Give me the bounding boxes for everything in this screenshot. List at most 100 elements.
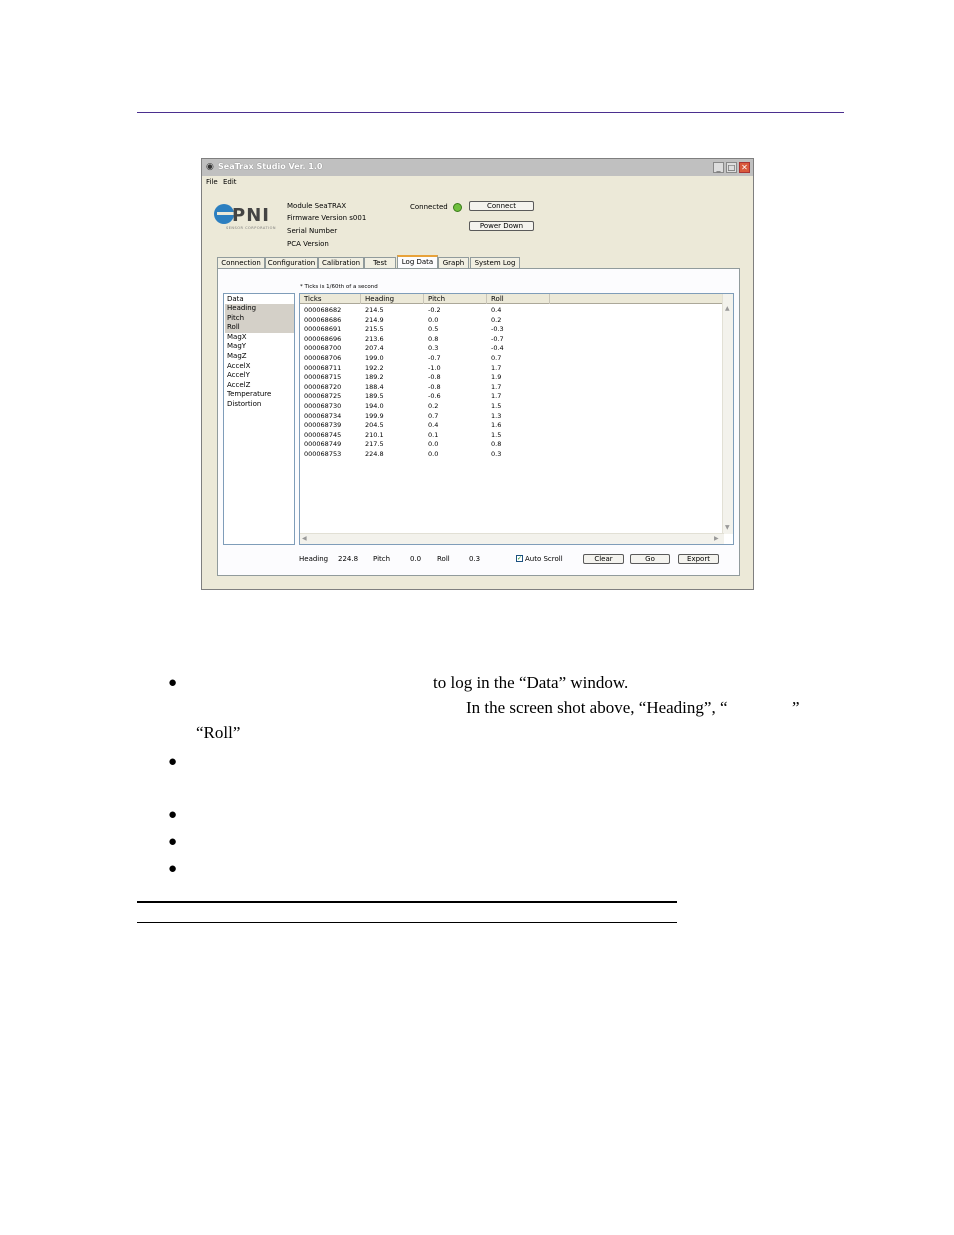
data-list[interactable]: Data Heading Pitch Roll MagX MagY MagZ A…	[223, 293, 295, 545]
tab-configuration[interactable]: Configuration	[265, 257, 318, 268]
table-cell: 000068739	[304, 421, 342, 430]
doc-line-3: “Roll”	[196, 723, 241, 742]
tab-graph[interactable]: Graph	[438, 257, 469, 268]
table-row[interactable]: 000068753 224.8 0.0 0.3	[300, 450, 724, 460]
tab-system-log[interactable]: System Log	[470, 257, 520, 268]
list-item-magy[interactable]: MagY	[225, 342, 294, 352]
tab-calibration[interactable]: Calibration	[318, 257, 364, 268]
table-cell: 204.5	[365, 421, 384, 430]
connection-status-icon	[453, 203, 462, 212]
column-header-ticks[interactable]: Ticks	[300, 294, 361, 304]
horizontal-scrollbar[interactable]: ◀ ▶	[300, 533, 724, 544]
go-button[interactable]: Go	[630, 554, 670, 564]
close-icon[interactable]: ✕	[739, 162, 750, 173]
auto-scroll-checkbox[interactable]: ✓	[516, 555, 523, 562]
ticks-note: * Ticks is 1/60th of a second	[300, 284, 378, 290]
export-button[interactable]: Export	[678, 554, 719, 564]
status-roll-label: Roll	[437, 555, 450, 563]
table-cell: -0.8	[428, 373, 441, 382]
table-cell: 0.3	[428, 344, 439, 353]
column-header-pitch[interactable]: Pitch	[424, 294, 487, 304]
scroll-left-icon[interactable]: ◀	[302, 535, 307, 542]
status-heading-value: 224.8	[338, 555, 359, 563]
table-row[interactable]: 000068745 210.1 0.1 1.5	[300, 431, 724, 441]
status-pitch-value: 0.0	[410, 555, 422, 563]
table-cell: -0.7	[428, 354, 441, 362]
table-cell: 0.5	[428, 325, 439, 334]
tab-connection[interactable]: Connection	[217, 257, 265, 268]
table-cell: 0.0	[428, 440, 439, 449]
tab-log-data[interactable]: Log Data	[397, 255, 438, 268]
minimize-icon[interactable]: _	[713, 162, 724, 173]
table-row[interactable]: 000068725 189.5 -0.6 1.7	[300, 392, 724, 402]
table-row[interactable]: 000068706 199.0 -0.7 0.7	[300, 354, 724, 364]
table-row[interactable]: 000068711 192.2 -1.0 1.7	[300, 364, 724, 374]
table-cell: -0.3	[491, 325, 504, 334]
vertical-scrollbar[interactable]: ▲ ▼	[722, 294, 733, 534]
title-bar[interactable]: ◉ SeaTrax Studio Ver. 1.0 _ □ ✕	[202, 159, 753, 176]
column-header-roll[interactable]: Roll	[487, 294, 550, 304]
connect-button[interactable]: Connect	[469, 201, 534, 211]
table-header: Ticks Heading Pitch Roll	[300, 294, 724, 304]
clear-button[interactable]: Clear	[583, 554, 624, 564]
table-cell: -1.0	[428, 363, 441, 372]
table-cell: 000068711	[304, 363, 342, 372]
table-cell: 207.4	[365, 344, 384, 353]
table-row[interactable]: 000068691 215.5 0.5 -0.3	[300, 325, 724, 335]
menu-edit[interactable]: Edit	[223, 178, 237, 186]
list-item-magx[interactable]: MagX	[225, 333, 294, 343]
auto-scroll-label: Auto Scroll	[525, 555, 563, 563]
table-cell: -0.7	[491, 334, 504, 343]
table-cell: 1.6	[491, 421, 502, 430]
table-row[interactable]: 000068739 204.5 0.4 1.6	[300, 421, 724, 431]
maximize-icon[interactable]: □	[726, 162, 737, 173]
column-header-heading[interactable]: Heading	[361, 294, 424, 304]
logo-text: PNI	[232, 205, 270, 226]
power-down-button[interactable]: Power Down	[469, 221, 534, 231]
list-item-accely[interactable]: AccelY	[225, 371, 294, 381]
scroll-up-icon[interactable]: ▲	[725, 305, 730, 312]
table-cell: 214.9	[365, 315, 384, 324]
list-item-roll[interactable]: Roll	[225, 323, 294, 333]
table-cell: 0.8	[428, 334, 439, 343]
table-cell: 000068696	[304, 334, 342, 343]
scroll-right-icon[interactable]: ▶	[714, 535, 719, 542]
logo-subtitle: SENSOR CORPORATION	[226, 226, 277, 230]
list-item-heading[interactable]: Heading	[225, 304, 294, 314]
list-item-temperature[interactable]: Temperature	[225, 390, 294, 400]
menu-file[interactable]: File	[206, 178, 218, 186]
table-cell: 194.0	[365, 402, 384, 410]
table-cell: 0.4	[428, 421, 439, 430]
list-item-accelx[interactable]: AccelX	[225, 362, 294, 372]
log-data-table: Ticks Heading Pitch Roll 000068682 214.5 -…	[299, 293, 734, 545]
scroll-down-icon[interactable]: ▼	[725, 524, 730, 531]
list-item-magz[interactable]: MagZ	[225, 352, 294, 362]
table-cell: 1.9	[491, 373, 502, 382]
table-row[interactable]: 000068682 214.5 -0.2 0.4	[300, 306, 724, 316]
table-row[interactable]: 000068700 207.4 0.3 -0.4	[300, 344, 724, 354]
table-cell: 213.6	[365, 334, 384, 343]
serial-info: Serial Number	[287, 227, 338, 235]
table-row[interactable]: 000068730 194.0 0.2 1.5	[300, 402, 724, 412]
table-cell: 0.7	[428, 411, 439, 420]
table-cell: 000068706	[304, 354, 342, 362]
window-title: SeaTrax Studio Ver. 1.0	[218, 162, 323, 171]
table-row[interactable]: 000068715 189.2 -0.8 1.9	[300, 373, 724, 383]
table-rule-bottom	[137, 922, 677, 923]
table-row[interactable]: 000068734 199.9 0.7 1.3	[300, 412, 724, 422]
bullet-icon: ●	[168, 675, 178, 691]
table-row[interactable]: 000068686 214.9 0.0 0.2	[300, 316, 724, 326]
table-cell: 000068734	[304, 411, 342, 420]
table-row[interactable]: 000068696 213.6 0.8 -0.7	[300, 335, 724, 345]
header-rule	[137, 112, 844, 113]
table-row[interactable]: 000068720 188.4 -0.8 1.7	[300, 383, 724, 393]
bullet-icon: ●	[168, 754, 178, 770]
table-cell: 000068682	[304, 306, 342, 314]
list-item-pitch[interactable]: Pitch	[225, 313, 294, 324]
list-item-distortion[interactable]: Distortion	[225, 400, 294, 410]
table-cell: 0.2	[491, 315, 502, 324]
tab-test[interactable]: Test	[364, 257, 396, 268]
bullet-icon: ●	[168, 861, 178, 877]
table-row[interactable]: 000068749 217.5 0.0 0.8	[300, 440, 724, 450]
list-item-accelz[interactable]: AccelZ	[225, 381, 294, 391]
